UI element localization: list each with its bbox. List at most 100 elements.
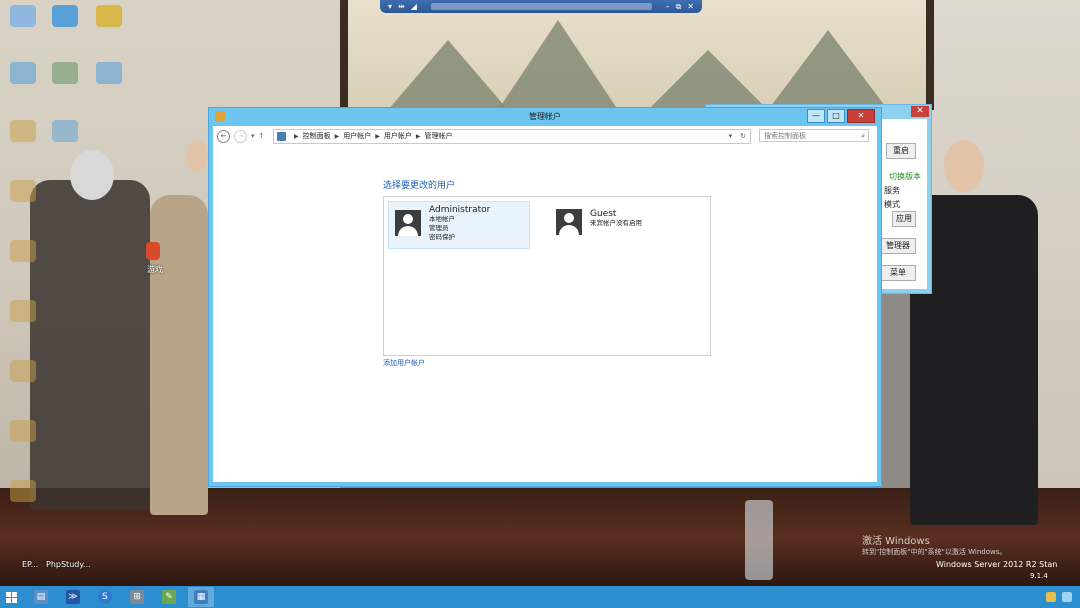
user-detail: 本地帐户 xyxy=(429,215,455,223)
user-name: Guest xyxy=(590,209,617,219)
computer-icon[interactable] xyxy=(52,5,78,27)
painting-mountain xyxy=(498,20,618,110)
remote-desktop-bar: ▾ ⇹ ◢ – ⧉ ✕ xyxy=(380,0,702,13)
taskbar-notepad[interactable]: ✎ xyxy=(156,587,182,607)
breadcrumb-separator: ▶ xyxy=(375,133,380,140)
manager-button[interactable]: 管理器 xyxy=(880,238,916,254)
user-name: Administrator xyxy=(429,205,491,215)
recycle-bin-icon[interactable] xyxy=(10,5,36,27)
sogou-browser-icon: S xyxy=(98,590,112,604)
close-button[interactable]: ✕ xyxy=(847,109,875,123)
signal-icon[interactable]: ◢ xyxy=(411,2,417,11)
start-button[interactable] xyxy=(0,586,22,608)
user-card-guest[interactable]: Guest 来宾帐户没有启用 xyxy=(550,201,700,247)
close-icon[interactable]: ✕ xyxy=(687,2,694,12)
user-detail: 密码保护 xyxy=(429,233,455,241)
minimize-icon[interactable]: – xyxy=(666,2,670,12)
desktop-icon-label: 游戏 xyxy=(147,265,163,274)
flag-icon[interactable] xyxy=(1046,592,1056,602)
address-bar[interactable]: ▶ 控制面板 ▶ 用户帐户 ▶ 用户帐户 ▶ 管理帐户 ▾ ↻ xyxy=(273,129,751,144)
service-label: 服务 xyxy=(884,186,900,195)
user-info: Guest 来宾帐户没有启用 xyxy=(590,201,642,247)
painting-mountain xyxy=(768,30,888,110)
user-info: Administrator 本地帐户 管理员 密码保护 xyxy=(429,202,490,248)
help-icon[interactable] xyxy=(96,5,122,27)
rdp-host-name xyxy=(430,3,652,10)
server-manager-icon: ▤ xyxy=(34,590,48,604)
game-icon[interactable] xyxy=(146,242,160,260)
taskbar-server-manager[interactable]: ▤ xyxy=(28,587,54,607)
menu-button[interactable]: 菜单 xyxy=(880,265,916,281)
breadcrumb-user-accounts[interactable]: 用户帐户 xyxy=(343,130,371,143)
switch-version-link[interactable]: 切换版本 xyxy=(889,171,921,182)
rdp-left-controls: ▾ ⇹ ◢ xyxy=(380,2,425,11)
restart-button[interactable]: 重启 xyxy=(886,143,916,159)
maximize-button[interactable]: □ xyxy=(827,109,845,123)
mode-label: 模式 xyxy=(884,200,900,209)
window-controls: — □ ✕ xyxy=(807,109,875,123)
breadcrumb-control-panel[interactable]: 控制面板 xyxy=(303,130,331,143)
desktop-app-icon[interactable] xyxy=(10,120,36,142)
search-input[interactable]: 搜索控制面板 ⌕ xyxy=(759,129,869,142)
system-tray xyxy=(1046,592,1080,602)
forward-button[interactable]: → xyxy=(234,129,247,143)
wallpaper-person-head xyxy=(944,140,984,192)
search-icon[interactable]: ⌕ xyxy=(861,130,865,143)
add-user-account-link[interactable]: 添加用户帐户 xyxy=(383,358,425,368)
rdp-right-controls: – ⧉ ✕ xyxy=(658,2,702,12)
recent-pages-button[interactable]: ▾ xyxy=(251,132,255,140)
wallpaper-person xyxy=(30,180,150,510)
watermark-title: 激活 Windows xyxy=(862,536,930,547)
pin-icon[interactable]: ▾ xyxy=(388,2,392,11)
breadcrumb-manage-accounts[interactable]: 管理帐户 xyxy=(425,130,453,143)
page-heading: 选择要更改的用户 xyxy=(383,181,456,191)
desktop-app-icon[interactable] xyxy=(52,62,78,84)
powershell-icon: ≫ xyxy=(66,590,80,604)
desktop-app-icon[interactable] xyxy=(10,300,36,322)
chevron-down-icon[interactable]: ▾ xyxy=(729,130,733,143)
close-icon[interactable]: ✕ xyxy=(911,106,929,117)
taskbar-sogou-browser[interactable]: S xyxy=(92,587,118,607)
wallpaper-person-head xyxy=(70,150,114,200)
window-titlebar[interactable]: 管理帐户 — □ ✕ xyxy=(209,108,881,126)
desktop-app-icon[interactable] xyxy=(10,420,36,442)
user-avatar-icon xyxy=(556,209,582,235)
breadcrumb-separator: ▶ xyxy=(294,133,299,140)
wallpaper-person-head xyxy=(186,140,208,172)
manage-accounts-window: 管理帐户 — □ ✕ ← → ▾ ↑ ▶ 控制面板 ▶ 用户帐户 ▶ 用户帐户 … xyxy=(208,107,882,487)
user-detail: 管理员 xyxy=(429,224,449,232)
painting-mountain xyxy=(648,50,768,110)
breadcrumb-separator: ▶ xyxy=(415,133,421,140)
taskbar-control-panel[interactable]: ▦ xyxy=(188,587,214,607)
control-panel-icon: ▦ xyxy=(194,590,208,604)
control-panel-icon xyxy=(277,132,286,141)
desktop-app-icon[interactable] xyxy=(10,62,36,84)
desktop-app-icon[interactable] xyxy=(96,62,122,84)
apply-button[interactable]: 应用 xyxy=(892,211,916,227)
restore-icon[interactable]: ⧉ xyxy=(676,2,682,12)
back-button[interactable]: ← xyxy=(217,129,230,143)
user-list: Administrator 本地帐户 管理员 密码保护 Guest 来宾帐户没有… xyxy=(383,196,711,356)
move-icon[interactable]: ⇹ xyxy=(398,2,405,11)
taskbar-powershell[interactable]: ≫ xyxy=(60,587,86,607)
network-icon: ⊞ xyxy=(130,590,144,604)
refresh-icon[interactable]: ↻ xyxy=(740,130,746,143)
desktop-app-icon[interactable] xyxy=(10,360,36,382)
desktop-app-icon[interactable] xyxy=(52,120,78,142)
breadcrumb-user-accounts-sub[interactable]: 用户帐户 xyxy=(384,130,412,143)
taskbar-network[interactable]: ⊞ xyxy=(124,587,150,607)
user-card-administrator[interactable]: Administrator 本地帐户 管理员 密码保护 xyxy=(388,201,530,249)
user-detail: 来宾帐户没有启用 xyxy=(590,219,642,227)
windows-logo-icon xyxy=(5,591,17,603)
window-title: 管理帐户 xyxy=(529,112,561,121)
up-button[interactable]: ↑ xyxy=(259,132,265,140)
breadcrumb-separator: ▶ xyxy=(334,133,340,140)
minimize-button[interactable]: — xyxy=(807,109,825,123)
wallpaper-bottle xyxy=(745,500,773,580)
desktop-app-icon[interactable] xyxy=(10,240,36,262)
desktop-app-icon[interactable] xyxy=(10,180,36,202)
desktop-app-icon[interactable] xyxy=(10,480,36,502)
watermark-subtitle: 转到"控制面板"中的"系统"以激活 Windows。 xyxy=(862,548,1007,556)
wallpaper-painting xyxy=(340,0,934,110)
network-tray-icon[interactable] xyxy=(1062,592,1072,602)
